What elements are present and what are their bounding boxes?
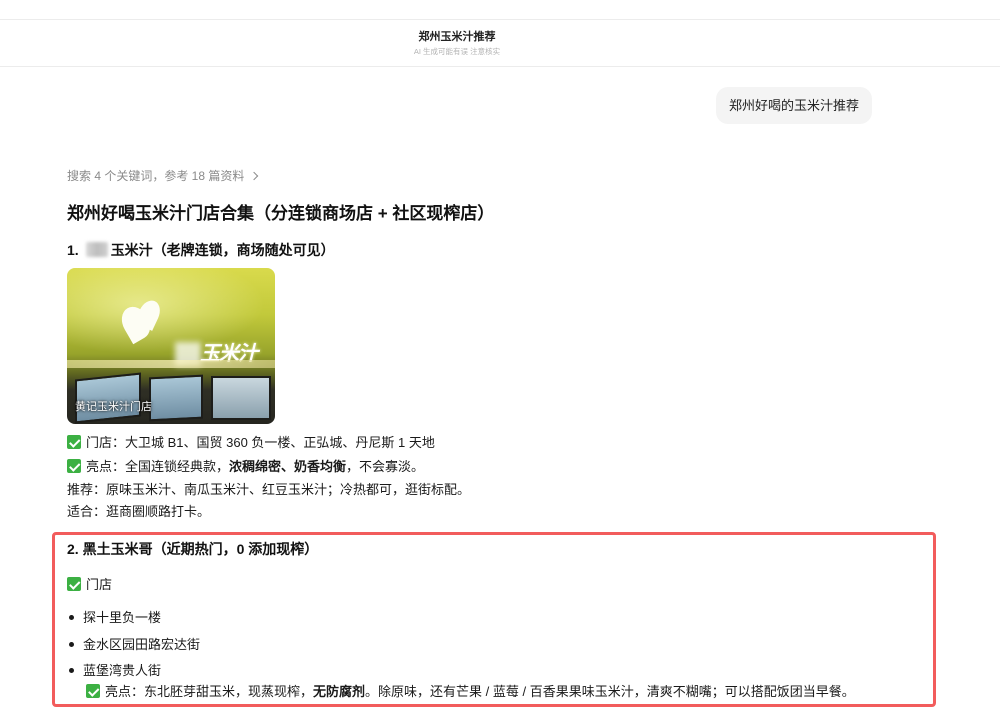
section1-recommend: 推荐：原味玉米汁、南瓜玉米汁、红豆玉米汁；冷热都可，逛街标配。	[67, 482, 471, 497]
brand-logo-icon	[116, 297, 165, 345]
highlight-text: 亮点：全国连锁经典款，	[86, 459, 230, 474]
check-icon	[67, 459, 81, 473]
highlight-text: 亮点：东北胚芽甜玉米，现蒸现榨，	[105, 684, 314, 699]
highlight-text: ，不会寡淡。	[346, 459, 425, 474]
bullet-icon	[69, 642, 74, 647]
answer-title: 郑州好喝玉米汁门店合集（分连锁商场店 + 社区现榨店）	[67, 204, 495, 223]
highlight-bold: 浓稠绵密、奶香均衡	[229, 459, 347, 474]
photo-caption: 黄记玉米汁门店	[75, 401, 152, 413]
section1-suitable: 适合：逛商圈顺路打卡。	[67, 504, 211, 519]
menu-board	[211, 376, 271, 420]
section2-highlight: 亮点：东北胚芽甜玉米，现蒸现榨，无防腐剂。除原味，还有芒果 / 蓝莓 / 百香果…	[86, 682, 855, 702]
ai-disclaimer: AI 生成可能有误 注意核实	[413, 47, 501, 56]
bullet-icon	[69, 668, 74, 673]
list-item: 探十里负一楼	[67, 608, 161, 628]
search-summary-text: 搜索 4 个关键词，参考 18 篇资料	[67, 169, 245, 183]
store-name: 蓝堡湾贵人街	[83, 663, 162, 678]
section1-title: 玉米汁（老牌连锁，商场随处可见）	[110, 242, 335, 258]
section1-heading: 1. 玉米汁（老牌连锁，商场随处可见）	[67, 241, 335, 259]
top-bar	[0, 0, 1000, 20]
highlight-text: 。除原味，还有芒果 / 蓝莓 / 百香果果味玉米汁，清爽不糊嘴；可以搭配饭团当早…	[365, 684, 855, 699]
check-icon	[86, 684, 100, 698]
menu-board	[75, 372, 141, 424]
store-photo[interactable]: 玉米汁 黄记玉米汁门店	[67, 268, 275, 424]
section1-highlight: 亮点：全国连锁经典款，浓稠绵密、奶香均衡，不会寡淡。	[67, 457, 424, 477]
check-icon	[67, 577, 81, 591]
section1-stores-text: 门店：大卫城 B1、国贸 360 负一楼、正弘城、丹尼斯 1 天地	[86, 435, 435, 450]
section2-stores-label: 门店	[67, 575, 112, 595]
search-summary-link[interactable]: 搜索 4 个关键词，参考 18 篇资料	[67, 168, 259, 184]
list-item: 蓝堡湾贵人街	[67, 661, 161, 681]
chevron-right-icon	[250, 171, 259, 181]
redacted-brand-name	[85, 242, 108, 257]
stores-label-text: 门店	[86, 577, 113, 592]
section1-number: 1.	[67, 242, 79, 258]
user-message-bubble: 郑州好喝的玉米汁推荐	[716, 87, 872, 124]
light-strip	[67, 360, 275, 368]
highlight-frame	[52, 532, 936, 707]
list-item: 金水区园田路宏达街	[67, 635, 200, 655]
store-name: 金水区园田路宏达街	[83, 637, 201, 652]
highlight-bold: 无防腐剂	[313, 684, 366, 699]
check-icon	[67, 435, 81, 449]
header-divider	[0, 66, 1000, 67]
section1-stores: 门店：大卫城 B1、国贸 360 负一楼、正弘城、丹尼斯 1 天地	[67, 433, 435, 453]
conversation-title: 郑州玉米汁推荐	[418, 31, 496, 43]
store-name: 探十里负一楼	[83, 610, 162, 625]
section2-heading: 2. 黑土玉米哥（近期热门，0 添加现榨）	[67, 541, 319, 557]
bullet-icon	[69, 615, 74, 620]
menu-board	[149, 374, 203, 422]
